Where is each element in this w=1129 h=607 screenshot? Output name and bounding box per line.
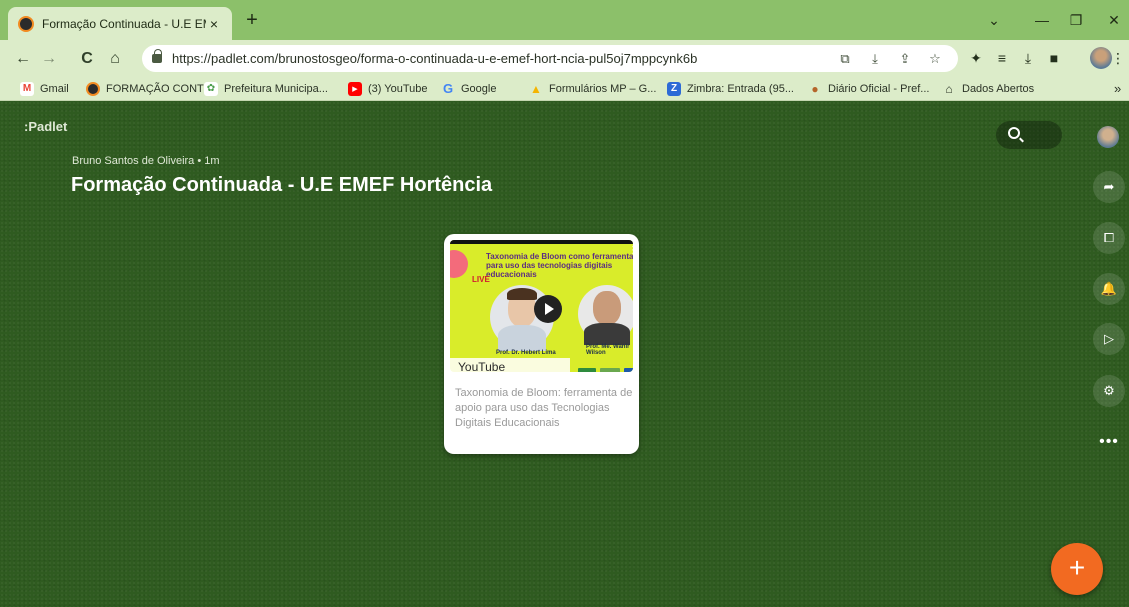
post-card[interactable]: Taxonomia de Bloom como ferramenta para …: [444, 234, 639, 454]
bookmark-label: Diário Oficial - Pref...: [828, 82, 930, 95]
add-post-button[interactable]: +: [1051, 543, 1103, 595]
restore-button[interactable]: ❐: [1056, 8, 1096, 32]
copy-icon[interactable]: ⧉: [836, 50, 854, 68]
bookmark-prefeitura[interactable]: ✿ Prefeitura Municipa...: [204, 80, 328, 97]
install-app-icon[interactable]: ⤓: [866, 50, 884, 68]
post-menu-icon[interactable]: ⋮: [628, 246, 633, 262]
more-options-icon[interactable]: •••: [1093, 432, 1125, 452]
extensions-icon[interactable]: ✦: [966, 48, 986, 68]
address-bar[interactable]: https://padlet.com/brunostosgeo/forma-o-…: [142, 45, 958, 72]
notification-bell-icon[interactable]: 🔔: [1093, 273, 1125, 305]
board-author: Bruno Santos de Oliveira • 1m: [72, 155, 220, 167]
browser-toolbar: ← → C ⌂ https://padlet.com/brunostosgeo/…: [0, 40, 1129, 76]
speaker-left-name: Prof. Dr. Hebert Lima: [496, 350, 556, 356]
close-window-button[interactable]: ✕: [1094, 8, 1129, 32]
source-label: YouTube: [450, 358, 570, 376]
reading-list-icon[interactable]: ≡: [992, 48, 1012, 68]
side-panel-icon[interactable]: ■: [1044, 48, 1064, 68]
bookmark-gmail[interactable]: M Gmail: [20, 80, 69, 97]
bookmark-label: Formulários MP – G...: [549, 82, 657, 95]
share-icon[interactable]: ⇪: [896, 50, 914, 68]
settings-gear-icon[interactable]: ⚙: [1093, 375, 1125, 407]
book-icon: ⌂: [945, 81, 953, 96]
speaker-right-photo: [578, 285, 633, 345]
new-tab-button[interactable]: +: [240, 9, 264, 33]
thumbnail-top-bar: [450, 240, 633, 244]
institution-logos: [576, 366, 633, 372]
bookmark-google[interactable]: G Google: [441, 80, 497, 97]
padlet-board: :Padlet Bruno Santos de Oliveira • 1m Fo…: [0, 101, 1129, 607]
home-button[interactable]: ⌂: [104, 48, 126, 70]
thumbnail-title: Taxonomia de Bloom como ferramenta para …: [486, 252, 633, 279]
user-avatar[interactable]: [1097, 126, 1119, 148]
post-description: Taxonomia de Bloom: ferramenta de apoio …: [455, 387, 633, 429]
youtube-icon: ▶: [348, 81, 362, 96]
slideshow-icon[interactable]: ⧠: [1093, 222, 1125, 254]
share-icon[interactable]: ➦: [1093, 171, 1125, 203]
download-icon[interactable]: ⤓: [1018, 48, 1038, 68]
bookmark-diario[interactable]: ● Diário Oficial - Pref...: [808, 80, 929, 97]
bookmarks-overflow-icon[interactable]: »: [1114, 80, 1121, 97]
bookmark-label: Zimbra: Entrada (95...: [687, 82, 794, 95]
bookmarks-bar: M Gmail FORMAÇÃO CONTI... ✿ Prefeitura M…: [0, 76, 1129, 101]
tab-strip: Formação Continuada - U.E EMEF × + ⌄ — ❐…: [0, 0, 1129, 40]
back-button[interactable]: ←: [12, 48, 34, 70]
tab-title: Formação Continuada - U.E EMEF: [42, 16, 206, 31]
bookmark-label: Gmail: [40, 82, 69, 95]
speaker-right-name: Prof. Me. Wanir Wilson: [586, 344, 630, 356]
drive-icon: ▲: [530, 81, 542, 96]
bookmark-dados-abertos[interactable]: ⌂ Dados Abertos: [942, 80, 1034, 97]
bookmark-label: Dados Abertos: [962, 82, 1035, 95]
live-badge: LIVE: [472, 275, 490, 284]
board-title: Formação Continuada - U.E EMEF Hortência: [71, 174, 493, 196]
tab-favicon-icon: [18, 15, 34, 32]
browser-tab[interactable]: Formação Continuada - U.E EMEF ×: [8, 7, 232, 40]
bookmark-label: Prefeitura Municipa...: [224, 82, 328, 95]
bookmark-label: (3) YouTube: [368, 82, 428, 95]
bookmark-label: FORMAÇÃO CONTI...: [106, 82, 216, 95]
search-icon: [1008, 127, 1020, 139]
search-button[interactable]: [996, 121, 1062, 149]
zimbra-icon: Z: [667, 81, 681, 96]
play-icon[interactable]: ▷: [1093, 323, 1125, 355]
browser-profile-avatar[interactable]: [1090, 47, 1112, 69]
prefeitura-icon: ✿: [204, 81, 218, 96]
play-button-icon[interactable]: [534, 295, 562, 323]
padlet-logo[interactable]: :Padlet: [24, 119, 67, 134]
url-text[interactable]: https://padlet.com/brunostosgeo/forma-o-…: [172, 51, 697, 66]
tab-search-chevron-icon[interactable]: ⌄: [974, 8, 1014, 32]
formacao-icon: [86, 81, 100, 96]
reload-button[interactable]: C: [76, 48, 98, 70]
diario-icon: ●: [811, 81, 819, 96]
bookmark-label: Google: [461, 82, 497, 95]
bookmark-youtube[interactable]: ▶ (3) YouTube: [348, 80, 428, 97]
bookmark-star-icon[interactable]: ☆: [926, 50, 944, 68]
bookmark-formacao[interactable]: FORMAÇÃO CONTI...: [86, 80, 216, 97]
forward-button[interactable]: →: [38, 48, 60, 70]
lock-icon[interactable]: [152, 49, 162, 63]
bookmark-formularios[interactable]: ▲ Formulários MP – G...: [529, 80, 656, 97]
gmail-icon: M: [20, 81, 34, 96]
thumbnail-decoration: [450, 250, 468, 278]
video-thumbnail[interactable]: Taxonomia de Bloom como ferramenta para …: [450, 240, 633, 372]
google-icon: G: [442, 81, 454, 96]
tab-close-icon[interactable]: ×: [206, 16, 222, 32]
bookmark-zimbra[interactable]: Z Zimbra: Entrada (95...: [667, 80, 794, 97]
